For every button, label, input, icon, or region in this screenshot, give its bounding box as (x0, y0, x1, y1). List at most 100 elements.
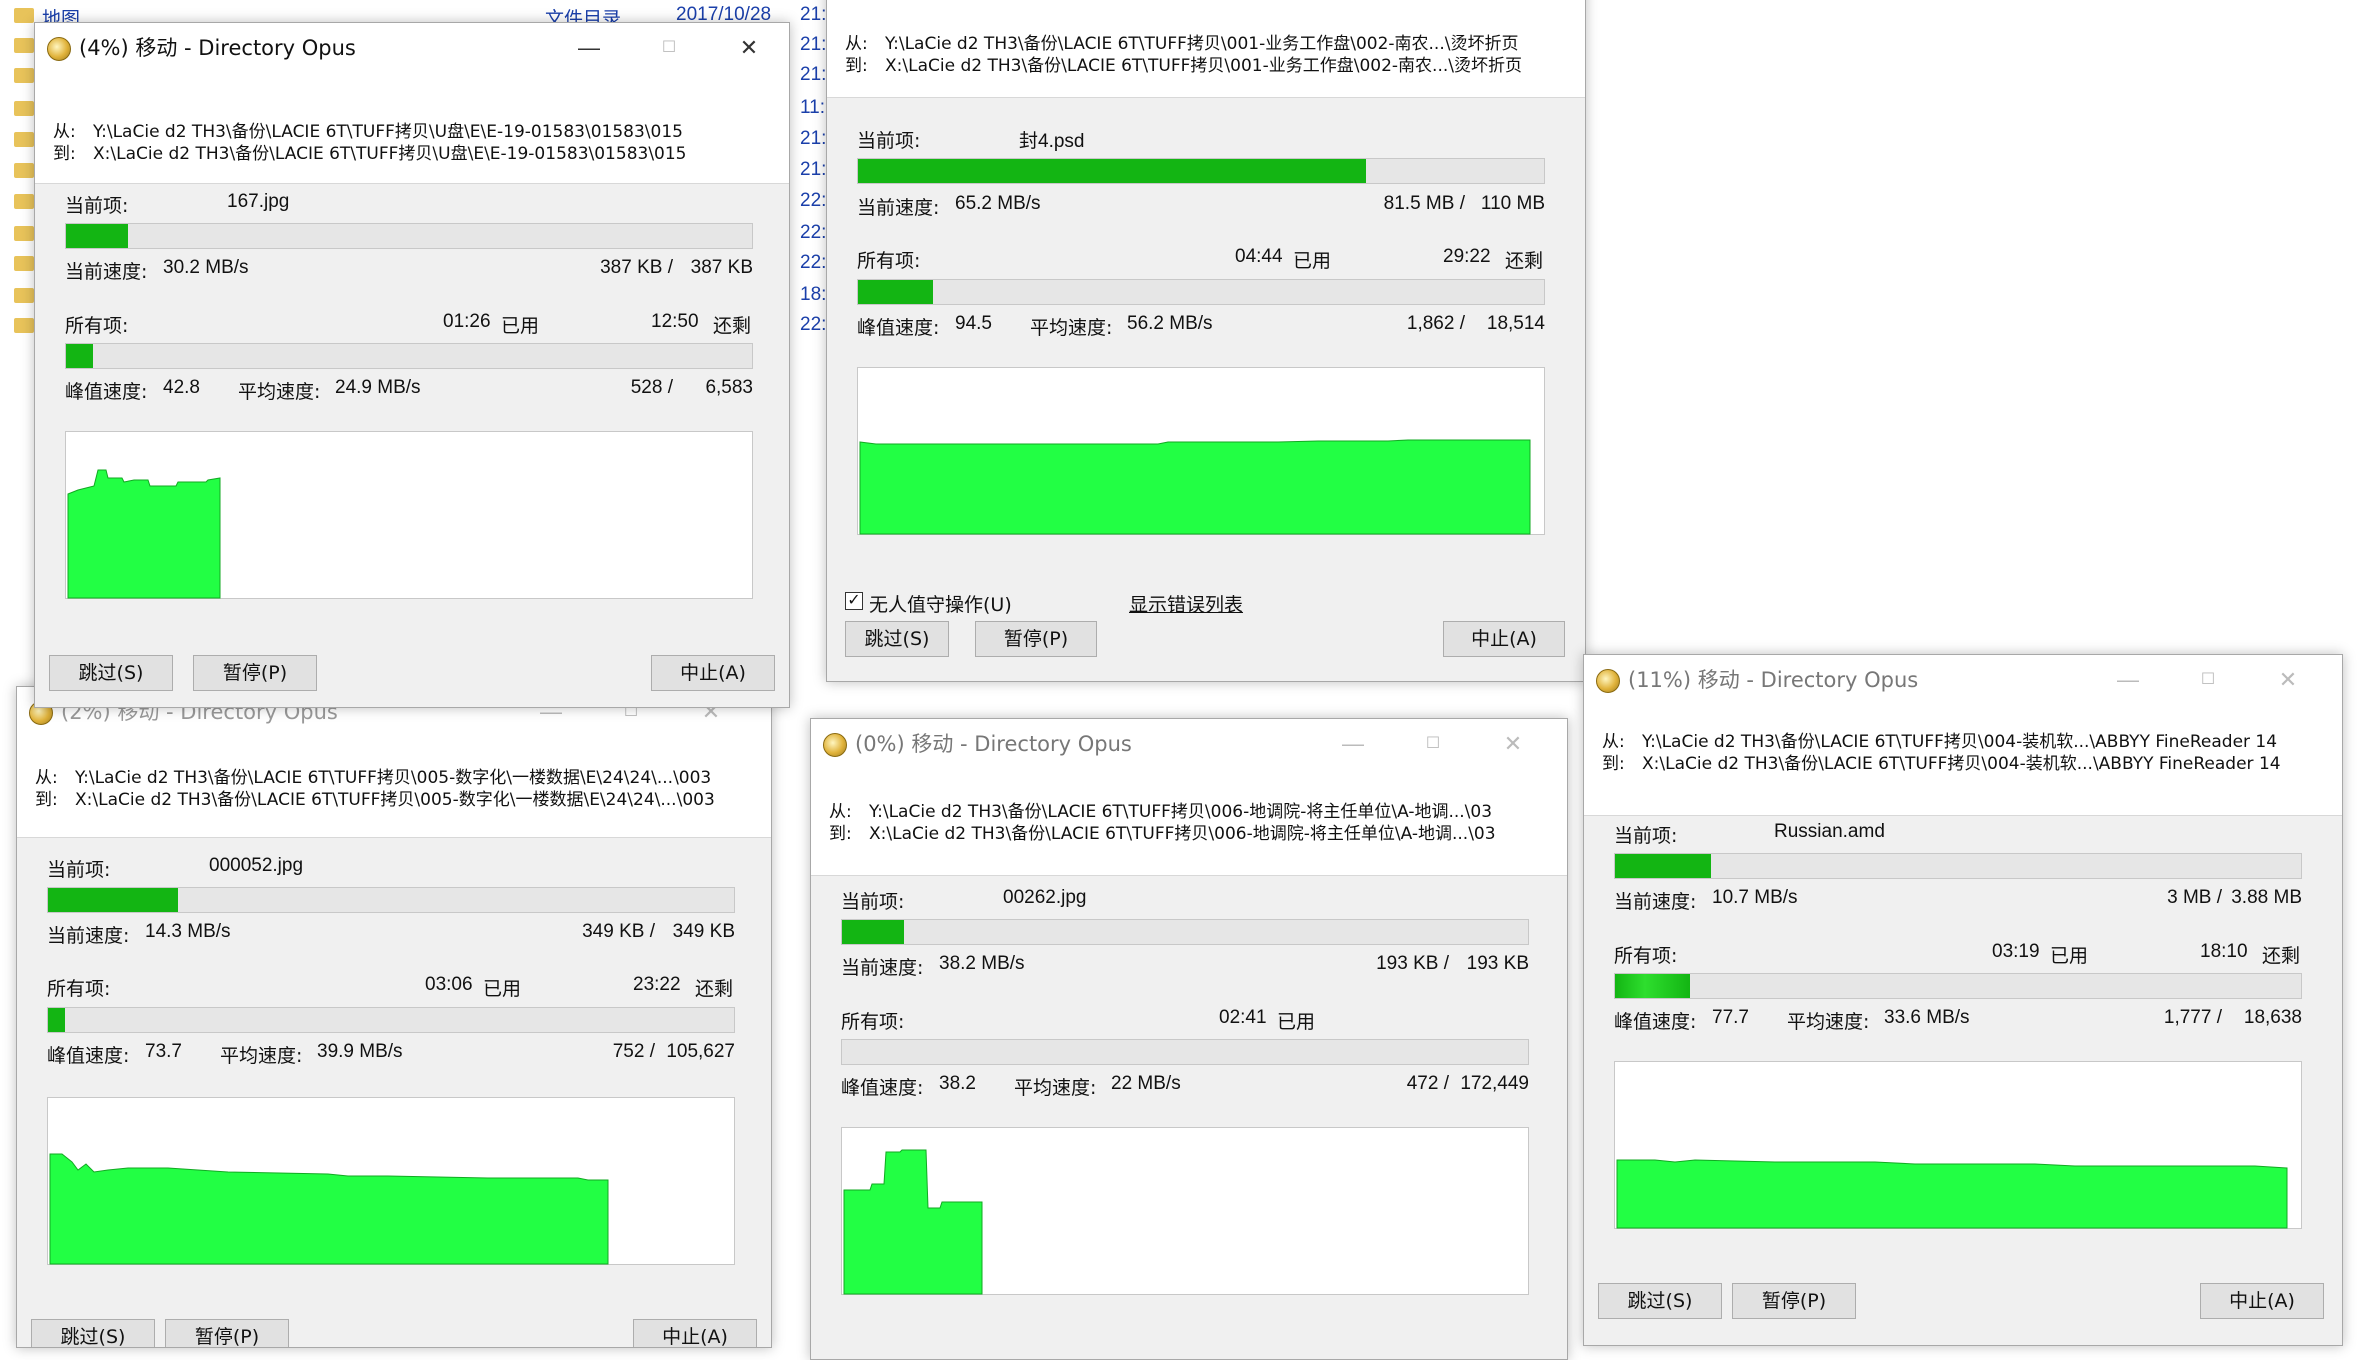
to-label: 到: (1602, 754, 1625, 774)
abort-button[interactable]: 中止(A) (633, 1319, 757, 1347)
all-progress-bar (841, 1039, 1529, 1065)
current-item-name: 00262.jpg (1003, 887, 1087, 908)
directory-opus-icon (1596, 669, 1620, 693)
peak-speed-label: 峰值速度: (47, 1045, 130, 1067)
speed-graph (841, 1127, 1529, 1295)
maximize-button[interactable]: ☐ (639, 23, 699, 73)
current-speed-label: 当前速度: (1614, 891, 1697, 913)
folder-icon (14, 101, 34, 116)
elapsed-time: 03:06 (425, 974, 473, 995)
count-total: 18,638 (2243, 1007, 2302, 1028)
minimize-button[interactable]: — (559, 23, 619, 73)
elapsed-label: 已用 (1277, 1011, 1316, 1033)
file-time: 22: (800, 252, 827, 273)
speed-graph (65, 431, 753, 599)
peak-speed-label: 峰值速度: (1614, 1011, 1697, 1033)
folder-icon (14, 288, 34, 303)
current-item-label: 当前项: (65, 195, 129, 217)
current-speed-label: 当前速度: (857, 197, 940, 219)
peak-speed-value: 42.8 (163, 377, 200, 398)
current-item-label: 当前项: (857, 130, 921, 152)
to-label: 到: (35, 790, 58, 810)
progress-fill (48, 888, 179, 912)
to-label: 到: (53, 144, 76, 164)
show-errors-link[interactable]: 显示错误列表 (1129, 590, 1243, 617)
folder-icon (14, 163, 34, 178)
current-item-name: Russian.amd (1774, 821, 1885, 842)
remaining-label: 还剩 (695, 978, 734, 1000)
folder-icon (14, 38, 34, 53)
title-bar[interactable]: (11%) 移动 - Directory Opus — ☐ ✕ (1584, 655, 2342, 705)
abort-button[interactable]: 中止(A) (2200, 1283, 2324, 1319)
maximize-button[interactable]: ☐ (2178, 655, 2238, 705)
skip-button[interactable]: 跳过(S) (845, 621, 949, 657)
speed-graph (47, 1097, 735, 1265)
folder-icon (14, 68, 34, 83)
close-button[interactable]: ✕ (1483, 719, 1543, 769)
current-total: 3.88 MB (2231, 887, 2302, 908)
window-title: (11%) 移动 - Directory Opus (1628, 668, 1919, 692)
unattended-label[interactable]: 无人值守操作(U) (869, 590, 1012, 617)
avg-speed-value: 33.6 MB/s (1884, 1007, 1970, 1028)
remaining-time: 23:22 (633, 974, 681, 995)
progress-fill (1615, 974, 1691, 998)
title-bar[interactable]: (0%) 移动 - Directory Opus — ☐ ✕ (811, 719, 1567, 769)
avg-speed-value: 24.9 MB/s (335, 377, 421, 398)
progress-fill (842, 920, 904, 944)
avg-speed-label: 平均速度: (1787, 1011, 1870, 1033)
current-speed-value: 14.3 MB/s (145, 921, 231, 942)
current-item-name: 000052.jpg (209, 855, 304, 876)
file-time: 11: (800, 97, 826, 118)
remaining-label: 还剩 (1505, 250, 1544, 272)
pause-button[interactable]: 暂停(P) (193, 655, 317, 691)
count-total: 18,514 (1486, 313, 1545, 334)
current-progress-bar (841, 919, 1529, 945)
skip-button[interactable]: 跳过(S) (49, 655, 173, 691)
remaining-label: 还剩 (713, 315, 752, 337)
all-progress-bar (1614, 973, 2302, 999)
file-time: 18: (800, 284, 827, 305)
close-button[interactable]: ✕ (719, 23, 779, 73)
progress-dialog-5: (11%) 移动 - Directory Opus — ☐ ✕ 从: Y:\La… (1583, 654, 2343, 1346)
title-bar[interactable]: (4%) 移动 - Directory Opus — ☐ ✕ (35, 23, 789, 73)
path-panel: 从: Y:\LaCie d2 TH3\备份\LACIE 6T\TUFF拷贝\00… (17, 737, 771, 838)
current-total: 387 KB (690, 257, 753, 278)
pause-button[interactable]: 暂停(P) (1732, 1283, 1856, 1319)
avg-speed-label: 平均速度: (1014, 1077, 1097, 1099)
minimize-button[interactable]: — (1323, 719, 1383, 769)
skip-button[interactable]: 跳过(S) (31, 1319, 155, 1347)
pause-button[interactable]: 暂停(P) (165, 1319, 289, 1347)
peak-speed-label: 峰值速度: (841, 1077, 924, 1099)
all-progress-bar (857, 279, 1545, 305)
abort-button[interactable]: 中止(A) (651, 655, 775, 691)
skip-button[interactable]: 跳过(S) (1598, 1283, 1722, 1319)
all-items-label: 所有项: (841, 1011, 905, 1033)
avg-speed-value: 56.2 MB/s (1127, 313, 1213, 334)
current-speed-value: 38.2 MB/s (939, 953, 1025, 974)
file-time: 22: (800, 222, 827, 243)
elapsed-time: 03:19 (1992, 941, 2040, 962)
unattended-checkbox[interactable]: ✓ (845, 592, 863, 610)
progress-dialog-2: 从: Y:\LaCie d2 TH3\备份\LACIE 6T\TUFF拷贝\00… (826, 0, 1586, 682)
file-time: 21: (800, 128, 827, 149)
abort-button[interactable]: 中止(A) (1443, 621, 1565, 657)
peak-speed-label: 峰值速度: (65, 381, 148, 403)
current-speed-value: 10.7 MB/s (1712, 887, 1798, 908)
file-time: 21: (800, 34, 827, 55)
elapsed-time: 04:44 (1235, 246, 1283, 267)
elapsed-time: 01:26 (443, 311, 491, 332)
speed-graph (1614, 1061, 2302, 1229)
close-button[interactable]: ✕ (2258, 655, 2318, 705)
elapsed-label: 已用 (1293, 250, 1332, 272)
count-total: 172,449 (1460, 1073, 1529, 1094)
minimize-button[interactable]: — (2098, 655, 2158, 705)
remaining-label: 还剩 (2262, 945, 2301, 967)
to-path: X:\LaCie d2 TH3\备份\LACIE 6T\TUFF拷贝\001-业… (885, 56, 1522, 76)
folder-icon (14, 8, 34, 23)
window-title: (4%) 移动 - Directory Opus (79, 36, 356, 60)
path-panel: 从: Y:\LaCie d2 TH3\备份\LACIE 6T\TUFF拷贝\00… (827, 0, 1585, 98)
all-items-label: 所有项: (65, 315, 129, 337)
pause-button[interactable]: 暂停(P) (975, 621, 1097, 657)
progress-fill (66, 224, 128, 248)
maximize-button[interactable]: ☐ (1403, 719, 1463, 769)
